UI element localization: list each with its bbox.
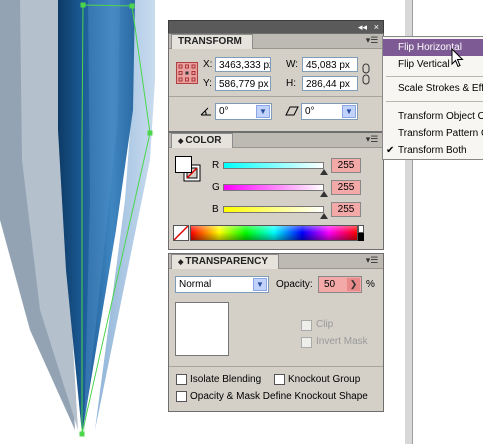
anchor-point[interactable] xyxy=(79,431,85,437)
clip-label: Clip xyxy=(316,319,334,330)
b-slider-thumb[interactable] xyxy=(320,213,328,219)
shear-angle-icon xyxy=(285,105,299,117)
invert-mask-checkbox[interactable] xyxy=(301,337,312,348)
y-label: Y: xyxy=(203,78,212,89)
none-swatch-icon[interactable] xyxy=(173,225,189,241)
x-field[interactable]: 3463,333 px xyxy=(215,57,271,72)
opacity-mask-knockout-label: Opacity & Mask Define Knockout Shape xyxy=(190,391,368,402)
chevron-down-icon[interactable]: ▼ xyxy=(342,105,356,118)
g-slider[interactable] xyxy=(223,184,324,191)
invert-mask-label: Invert Mask xyxy=(316,336,368,347)
menu-separator xyxy=(386,76,483,77)
thumbnail-preview xyxy=(175,302,229,356)
transparency-panel-header: ◆ TRANSPARENCY ▾☰ xyxy=(169,254,383,269)
r-value-field[interactable]: 255 xyxy=(331,158,361,173)
anchor-point[interactable] xyxy=(80,2,86,8)
fill-stroke-swatch-icon[interactable] xyxy=(175,156,201,182)
h-field[interactable]: 286,44 px xyxy=(302,76,358,91)
g-value-field[interactable]: 255 xyxy=(331,180,361,195)
rotate-angle-icon xyxy=(199,105,213,117)
b-label: B xyxy=(212,204,219,215)
opacity-value: 50 xyxy=(324,279,336,290)
opacity-label: Opacity: xyxy=(276,279,313,290)
r-slider[interactable] xyxy=(223,162,324,169)
rotate-angle-dropdown[interactable]: 0° ▼ xyxy=(215,103,272,120)
opacity-unit: % xyxy=(366,279,375,290)
color-panel-header: ◆ COLOR ▾☰ xyxy=(169,133,383,148)
chevron-down-icon[interactable]: ▼ xyxy=(256,105,270,118)
transform-panel: TRANSFORM ▾☰ X: 3463,333 px Y: 586,779 p… xyxy=(168,33,384,132)
h-label: H: xyxy=(286,78,296,89)
knockout-group-checkbox[interactable] xyxy=(274,374,285,385)
anchor-point[interactable] xyxy=(129,3,135,9)
shear-angle-dropdown[interactable]: 0° ▼ xyxy=(301,103,358,120)
transform-flyout-menu: Flip Horizontal Flip Vertical Scale Stro… xyxy=(382,36,483,160)
rotate-angle-value: 0° xyxy=(219,106,229,117)
vector-artwork[interactable] xyxy=(0,0,155,434)
isolate-blending-checkbox[interactable] xyxy=(176,374,187,385)
panel-group-title-bar[interactable]: ◂◂ × xyxy=(168,20,384,34)
clip-checkbox[interactable] xyxy=(301,320,312,331)
black-swatch[interactable] xyxy=(358,233,364,241)
isolate-blending-label: Isolate Blending xyxy=(190,374,262,385)
menu-item-scale-strokes[interactable]: Scale Strokes & Effects xyxy=(383,80,483,97)
anchor-point[interactable] xyxy=(147,130,153,136)
menu-separator xyxy=(386,101,483,102)
menu-item-transform-object-only[interactable]: Transform Object Only xyxy=(383,108,483,125)
chain-link-icon[interactable] xyxy=(362,63,370,85)
divider xyxy=(169,366,383,367)
mouse-pointer-icon xyxy=(451,47,464,68)
r-label: R xyxy=(212,160,220,171)
y-field[interactable]: 586,779 px xyxy=(215,76,271,91)
opacity-mask-knockout-checkbox[interactable] xyxy=(176,391,187,402)
panel-menu-icon[interactable]: ▾☰ xyxy=(365,255,379,266)
menu-item-flip-horizontal[interactable]: Flip Horizontal xyxy=(383,39,483,56)
close-icon[interactable]: × xyxy=(374,22,379,32)
blend-mode-value: Normal xyxy=(179,279,212,290)
color-panel: ◆ COLOR ▾☰ R 255 G 255 B 255 xyxy=(168,132,384,250)
x-label: X: xyxy=(203,59,213,70)
tab-transform[interactable]: TRANSFORM xyxy=(171,34,253,49)
collapse-panels-icon[interactable]: ◂◂ xyxy=(358,22,367,32)
tab-transparency[interactable]: ◆ TRANSPARENCY xyxy=(171,254,279,269)
divider xyxy=(169,96,383,97)
menu-item-transform-pattern-only[interactable]: Transform Pattern Only xyxy=(383,125,483,142)
w-field[interactable]: 45,083 px xyxy=(302,57,358,72)
reference-point-grid-icon[interactable] xyxy=(176,62,198,84)
panel-menu-icon[interactable]: ▾☰ xyxy=(365,134,379,145)
chevron-right-icon[interactable]: ❯ xyxy=(347,278,360,291)
knockout-group-label: Knockout Group xyxy=(288,374,361,385)
panel-menu-icon[interactable]: ▾☰ xyxy=(365,35,379,46)
g-slider-thumb[interactable] xyxy=(320,191,328,197)
menu-item-flip-vertical[interactable]: Flip Vertical xyxy=(383,56,483,73)
transparency-panel: ◆ TRANSPARENCY ▾☰ Normal ▼ Opacity: 50 ❯ … xyxy=(168,253,384,412)
color-spectrum[interactable] xyxy=(190,225,358,241)
tab-color[interactable]: ◆ COLOR xyxy=(171,133,233,148)
shear-angle-value: 0° xyxy=(305,106,315,117)
blend-mode-dropdown[interactable]: Normal ▼ xyxy=(175,276,269,293)
transform-panel-header: TRANSFORM ▾☰ xyxy=(169,34,383,49)
w-label: W: xyxy=(286,59,299,70)
white-swatch[interactable] xyxy=(358,225,364,233)
chevron-down-icon[interactable]: ▼ xyxy=(253,278,267,291)
r-slider-thumb[interactable] xyxy=(320,169,328,175)
opacity-field[interactable]: 50 ❯ xyxy=(318,276,362,293)
checkmark-icon: ✔ xyxy=(386,145,395,156)
g-label: G xyxy=(212,182,220,193)
menu-item-transform-both[interactable]: Transform Both xyxy=(383,142,483,159)
b-slider[interactable] xyxy=(223,206,324,213)
b-value-field[interactable]: 255 xyxy=(331,202,361,217)
